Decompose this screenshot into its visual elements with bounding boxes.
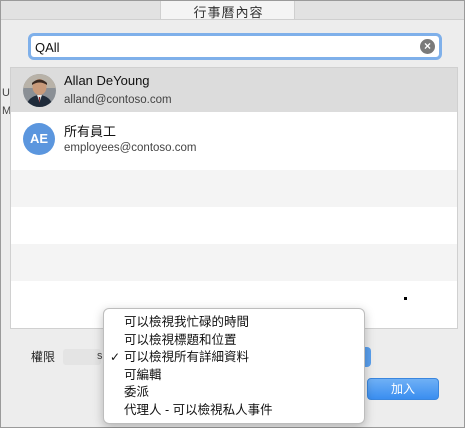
menu-item-delegate[interactable]: 委派 [104,384,364,402]
search-results-list: Allan DeYoung alland@contoso.com AE 所有員工… [10,67,458,329]
result-email: employees@contoso.com [64,142,197,154]
window-title: 行事曆內容 [193,5,264,20]
empty-row [11,170,457,207]
menu-item-label: 可編輯 [124,367,162,382]
title-bar-tab-left [1,1,161,19]
menu-item-can-edit[interactable]: 可編輯 [104,367,364,385]
empty-row [11,244,457,281]
menu-item-all-details[interactable]: ✓ 可以檢視所有詳細資料 [104,349,364,367]
empty-row [11,207,457,244]
menu-item-label: 代理人 - 可以檢視私人事件 [124,402,273,417]
cursor-dot [404,297,407,300]
result-item[interactable]: AE 所有員工 employees@contoso.com [11,116,457,160]
menu-item-title-location[interactable]: 可以檢視標題和位置 [104,332,364,350]
menu-item-label: 委派 [124,385,150,399]
menu-item-delegate-private[interactable]: 代理人 - 可以檢視私人事件 [104,402,364,420]
add-button[interactable]: 加入 [367,378,439,400]
avatar-initials: AE [23,123,55,155]
title-bar-tab-right [294,1,464,19]
permission-select[interactable] [63,349,101,365]
clear-search-icon[interactable]: × [420,39,435,54]
menu-item-free-busy[interactable]: 可以檢視我忙碌的時間 [104,314,364,332]
permission-label: 權限 [31,350,56,364]
permission-dropdown-menu: 可以檢視我忙碌的時間 可以檢視標題和位置 ✓ 可以檢視所有詳細資料 可編輯 委派… [103,308,365,424]
result-email: alland@contoso.com [64,94,172,106]
menu-item-label: 可以檢視標題和位置 [124,332,237,347]
menu-item-label: 可以檢視所有詳細資料 [124,350,250,364]
calendar-properties-window: 行事曆內容 U M × Allan DeYoung alland@contoso… [0,0,465,428]
menu-item-label: 可以檢視我忙碌的時間 [124,315,250,329]
background-fragment: s [97,350,103,362]
checkmark-icon: ✓ [110,350,121,364]
search-field[interactable]: × [28,33,442,60]
result-item[interactable]: Allan DeYoung alland@contoso.com [11,68,457,112]
search-input[interactable] [35,38,415,56]
result-name: Allan DeYoung [64,73,150,88]
avatar [23,74,56,107]
title-bar: 行事曆內容 [1,1,464,20]
background-fragment: U [2,87,10,99]
result-name: 所有員工 [64,124,117,139]
